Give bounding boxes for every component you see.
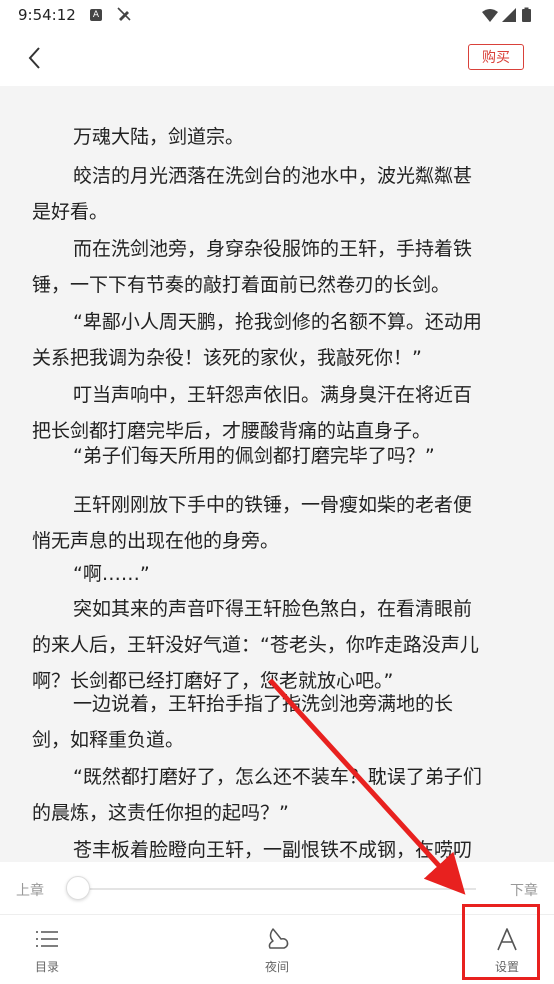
paragraph: “卑鄙小人周天鹏，抢我剑修的名额不算。还动用关系把我调为杂役！该死的家伙，我敲死… (32, 304, 528, 376)
battery-icon (522, 9, 531, 22)
muted-pen-icon (116, 6, 132, 26)
buy-button[interactable]: 购买 (468, 44, 524, 70)
paragraph-line: 剑，如释重负道。 (32, 729, 185, 751)
status-right-icons (480, 7, 540, 27)
wifi-icon (482, 9, 498, 22)
paragraph-line: “既然都打磨好了，怎么还不装车？耽误了弟子们 (73, 766, 482, 788)
paragraph-line: 叮当声响中，王轩怨声依旧。满身臭汗在将近百 (73, 384, 473, 406)
back-button[interactable] (20, 40, 50, 76)
paragraph-line: 万魂大陆，剑道宗。 (73, 126, 245, 148)
paragraph-line: 悄无声息的出现在他的身旁。 (32, 530, 280, 552)
paragraph-line: 的晨炼，这责任你担的起吗？” (32, 802, 289, 824)
paragraph-line: 而在洗剑池旁，身穿杂役服饰的王轩，手持着铁 (73, 238, 473, 260)
paragraph: 万魂大陆，剑道宗。 (32, 119, 528, 155)
status-bar: 9:54:12 A (0, 0, 554, 30)
paragraph: 皎洁的月光洒落在洗剑台的池水中，波光粼粼甚是好看。 (32, 158, 528, 230)
paragraph: 苍丰板着脸瞪向王轩，一副恨铁不成钢，在唠叨 (32, 832, 528, 862)
paragraph: “既然都打磨好了，怎么还不装车？耽误了弟子们的晨炼，这责任你担的起吗？” (32, 759, 528, 831)
paragraph: 而在洗剑池旁，身穿杂役服饰的王轩，手持着铁锤，一下下有节奏的敲打着面前已然卷刃的… (32, 231, 528, 303)
prev-chapter-button[interactable]: 上章 (16, 880, 44, 900)
nav-night-label: 夜间 (264, 960, 289, 974)
paragraph-line: 是好看。 (32, 201, 109, 223)
highlight-box (462, 904, 540, 980)
paragraph-line: 王轩刚刚放下手中的铁锤，一骨瘦如柴的老者便 (73, 494, 473, 516)
paragraph: 一边说着，王轩抬手指了指洗剑池旁满地的长剑，如释重负道。 (32, 686, 528, 758)
paragraph-line: 关系把我调为杂役！该死的家伙，我敲死你！” (32, 347, 422, 369)
paragraph-line: 一边说着，王轩抬手指了指洗剑池旁满地的长 (73, 693, 454, 715)
list-icon (36, 931, 58, 947)
paragraph-line: 锤，一下下有节奏的敲打着面前已然卷刃的长剑。 (32, 274, 451, 296)
paragraph: “啊……” (32, 556, 528, 592)
reader-header: 购买 (0, 30, 554, 86)
paragraph: 突如其来的声音吓得王轩脸色煞白，在看清眼前的来人后，王轩没好气道：“苍老头，你咋… (32, 591, 528, 699)
paragraph: 王轩刚刚放下手中的铁锤，一骨瘦如柴的老者便悄无声息的出现在他的身旁。 (32, 487, 528, 559)
progress-thumb[interactable] (66, 876, 90, 900)
nav-night-mode[interactable]: 夜间 (232, 922, 322, 978)
previous-line-fragment: — —— —— —— (110, 86, 261, 90)
progress-track[interactable] (78, 888, 476, 890)
notification-a-icon: A (90, 9, 102, 21)
signal-icon (502, 8, 516, 22)
paragraph-line: “啊……” (73, 563, 150, 585)
paragraph-line: 的来人后，王轩没好气道：“苍老头，你咋走路没声儿 (32, 634, 479, 656)
paragraph-line: “弟子们每天所用的佩剑都打磨完毕了吗？” (73, 445, 435, 467)
reading-area[interactable]: — —— —— —— 万魂大陆，剑道宗。皎洁的月光洒落在洗剑台的池水中，波光粼粼… (0, 86, 554, 862)
chevron-left-icon (28, 47, 40, 69)
paragraph-line: 突如其来的声音吓得王轩脸色煞白，在看清眼前 (73, 598, 473, 620)
night-mode-icon (268, 928, 289, 949)
paragraph-line: 苍丰板着脸瞪向王轩，一副恨铁不成钢，在唠叨 (73, 839, 473, 861)
paragraph: “弟子们每天所用的佩剑都打磨完毕了吗？” (32, 438, 528, 474)
status-time: 9:54:12 (18, 6, 76, 24)
nav-catalog[interactable]: 目录 (2, 922, 92, 978)
nav-catalog-label: 目录 (34, 960, 59, 974)
paragraph-line: “卑鄙小人周天鹏，抢我剑修的名额不算。还动用 (73, 311, 482, 333)
paragraph-line: 皎洁的月光洒落在洗剑台的池水中，波光粼粼甚 (73, 165, 473, 187)
next-chapter-button[interactable]: 下章 (510, 880, 538, 900)
